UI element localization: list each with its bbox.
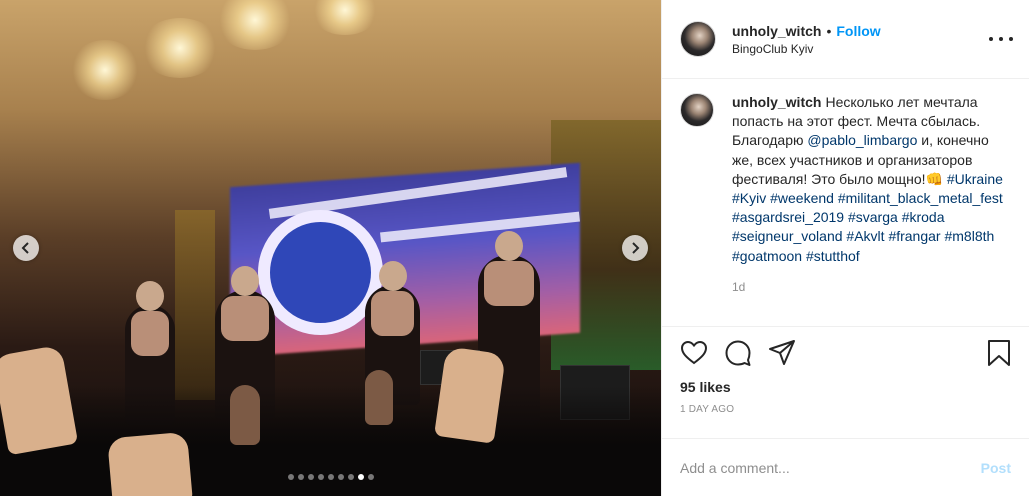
chevron-right-icon bbox=[632, 242, 640, 254]
hashtag-link[interactable]: #Ukraine bbox=[947, 171, 1003, 187]
hashtag-link[interactable]: #frangar bbox=[888, 228, 940, 244]
action-bar bbox=[680, 339, 1013, 367]
crowd-hand bbox=[365, 370, 393, 425]
hashtag-link[interactable]: #stutthof bbox=[806, 248, 860, 264]
stage-light bbox=[215, 0, 295, 50]
crowd-hand bbox=[434, 346, 506, 444]
author-username[interactable]: unholy_witch bbox=[732, 23, 821, 39]
carousel-dot bbox=[337, 474, 344, 480]
hashtag-link[interactable]: #m8l8th bbox=[944, 228, 994, 244]
location-link[interactable]: BingoClub Kyiv bbox=[732, 42, 989, 56]
mention-link[interactable]: @pablo_limbargo bbox=[807, 132, 917, 148]
fist-emoji: 👊 bbox=[925, 170, 943, 187]
post-comment-button[interactable]: Post bbox=[981, 460, 1011, 476]
hashtag-link[interactable]: #weekend bbox=[770, 190, 834, 206]
comments-section: unholy_witch Несколько лет мечтала попаст… bbox=[662, 79, 1029, 326]
post-photo[interactable] bbox=[0, 0, 661, 496]
likes-count[interactable]: 95 likes bbox=[680, 379, 1013, 395]
comment-input[interactable]: Add a comment... bbox=[680, 460, 981, 476]
hashtag-link[interactable]: #Akvlt bbox=[846, 228, 884, 244]
more-options-icon[interactable] bbox=[989, 37, 1013, 41]
caption-body: unholy_witch Несколько лет мечтала попаст… bbox=[732, 93, 1013, 297]
crowd-hand bbox=[230, 385, 260, 445]
post-header: unholy_witch • Follow BingoClub Kyiv bbox=[662, 0, 1029, 79]
carousel-dot bbox=[347, 474, 354, 480]
carousel-dot bbox=[367, 474, 374, 480]
caption-username[interactable]: unholy_witch bbox=[732, 94, 821, 110]
author-info: unholy_witch • Follow BingoClub Kyiv bbox=[732, 23, 989, 56]
carousel-dot bbox=[327, 474, 334, 480]
stage-light bbox=[310, 0, 380, 35]
hashtag-link[interactable]: #svarga bbox=[848, 209, 898, 225]
stage-light bbox=[140, 18, 220, 78]
carousel-indicator bbox=[0, 474, 661, 480]
caption-avatar[interactable] bbox=[680, 93, 714, 127]
hashtag-link[interactable]: #kroda bbox=[902, 209, 945, 225]
stage-banner-left bbox=[175, 210, 215, 400]
caption-age[interactable]: 1d bbox=[732, 278, 1013, 297]
crowd-hand bbox=[107, 431, 193, 496]
separator-dot: • bbox=[826, 22, 832, 39]
carousel-dot bbox=[287, 474, 294, 480]
follow-button[interactable]: Follow bbox=[836, 23, 880, 39]
carousel-next-button[interactable] bbox=[622, 235, 648, 261]
carousel-dot bbox=[317, 474, 324, 480]
heart-icon[interactable] bbox=[680, 339, 708, 367]
carousel-dot bbox=[307, 474, 314, 480]
carousel-dot bbox=[357, 474, 364, 480]
hashtag-link[interactable]: #goatmoon bbox=[732, 248, 802, 264]
hashtag-link[interactable]: #asgardsrei_2019 bbox=[732, 209, 844, 225]
bookmark-icon[interactable] bbox=[985, 339, 1013, 367]
chevron-left-icon bbox=[21, 242, 29, 254]
instagram-post: unholy_witch • Follow BingoClub Kyiv unh… bbox=[0, 0, 1029, 496]
hashtag-link[interactable]: #Kyiv bbox=[732, 190, 766, 206]
carousel-dot bbox=[297, 474, 304, 480]
post-sidebar: unholy_witch • Follow BingoClub Kyiv unh… bbox=[661, 0, 1029, 496]
add-comment-form: Add a comment... Post bbox=[662, 438, 1029, 496]
hashtag-link[interactable]: #militant_black_metal_fest bbox=[838, 190, 1003, 206]
crowd-hand bbox=[0, 344, 79, 456]
author-avatar[interactable] bbox=[680, 21, 716, 57]
share-icon[interactable] bbox=[768, 339, 796, 367]
post-date[interactable]: 1 DAY AGO bbox=[680, 404, 1013, 415]
caption-comment: unholy_witch Несколько лет мечтала попаст… bbox=[680, 93, 1013, 297]
stage-light bbox=[70, 40, 140, 100]
comment-icon[interactable] bbox=[724, 339, 752, 367]
hashtag-link[interactable]: #seigneur_voland bbox=[732, 228, 843, 244]
actions-section: 95 likes 1 DAY AGO bbox=[662, 326, 1029, 438]
carousel-prev-button[interactable] bbox=[13, 235, 39, 261]
